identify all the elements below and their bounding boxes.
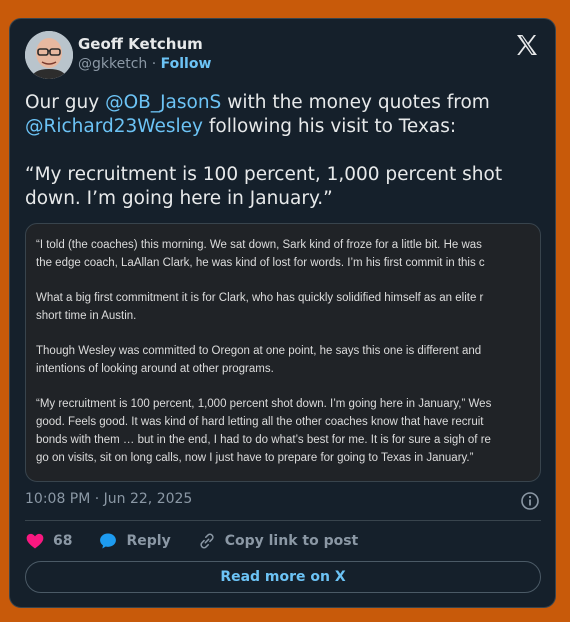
divider — [25, 520, 541, 521]
tweet-text-segment: following his visit to Texas: — [203, 116, 457, 137]
mention-link[interactable]: @OB_JasonS — [105, 92, 221, 113]
author-handle[interactable]: @gkketch — [78, 56, 147, 72]
copy-link-button[interactable]: Copy link to post — [197, 531, 359, 551]
separator: · — [147, 56, 161, 72]
article-paragraph: What a big first commitment it is for Cl… — [36, 289, 540, 325]
like-count: 68 — [53, 533, 73, 549]
like-button[interactable]: 68 — [25, 531, 72, 551]
article-text: “I told (the coaches) this morning. We s… — [36, 236, 540, 481]
reply-bubble-icon — [100, 533, 117, 549]
mention-link[interactable]: @Richard23Wesley — [25, 116, 203, 137]
info-icon[interactable] — [520, 491, 540, 511]
link-icon — [200, 533, 214, 549]
article-line: Though Wesley was committed to Oregon at… — [36, 345, 482, 357]
article-paragraph: “My recruitment is 100 percent, 1,000 pe… — [36, 395, 540, 467]
timestamp[interactable]: 10:08 PM · Jun 22, 2025 — [25, 491, 192, 507]
tweet-text-segment: Our guy — [25, 92, 106, 113]
x-logo-icon[interactable] — [515, 33, 539, 57]
author-name[interactable]: Geoff Ketchum — [78, 35, 203, 53]
avatar[interactable] — [25, 31, 73, 79]
copy-link-label: Copy link to post — [224, 533, 359, 549]
article-screenshot-image[interactable]: “I told (the coaches) this morning. We s… — [25, 223, 541, 482]
article-line: “I told (the coaches) this morning. We s… — [36, 239, 482, 251]
article-line: “My recruitment is 100 percent, 1,000 pe… — [36, 398, 492, 410]
article-line: bonds with them … but in the end, I had … — [36, 434, 491, 446]
heart-icon — [26, 533, 44, 549]
tweet-line: @Richard23Wesley following his visit to … — [25, 115, 550, 139]
action-bar: 68 Reply Copy link to post — [25, 531, 384, 551]
article-line: short time in Austin. — [36, 310, 137, 322]
tweet-line: Our guy @OB_JasonS with the money quotes… — [25, 91, 550, 115]
avatar-image — [25, 31, 73, 79]
article-line: good. Feels good. It was kind of hard le… — [36, 416, 484, 428]
article-line: the edge coach, LaAllan Clark, he was ki… — [36, 257, 485, 269]
article-line: go on visits, sit on long calls, now I j… — [36, 452, 474, 464]
tweet-card: Geoff Ketchum @gkketch · Follow Our guy … — [9, 18, 556, 608]
article-paragraph: Though Wesley was committed to Oregon at… — [36, 342, 540, 378]
author-meta: @gkketch · Follow — [78, 56, 211, 72]
tweet-line: “My recruitment is 100 percent, 1,000 pe… — [25, 164, 503, 185]
read-more-button[interactable]: Read more on X — [25, 561, 541, 593]
tweet-text-segment: with the money quotes from — [221, 92, 490, 113]
article-line: intentions of looking around at other pr… — [36, 363, 274, 375]
reply-button[interactable]: Reply — [98, 531, 171, 551]
article-line: What a big first commitment it is for Cl… — [36, 292, 484, 304]
tweet-line — [25, 139, 550, 163]
tweet-line: down. I’m going here in January.” — [25, 188, 333, 209]
follow-button[interactable]: Follow — [161, 56, 212, 72]
article-paragraph: “I told (the coaches) this morning. We s… — [36, 236, 540, 272]
reply-label: Reply — [126, 533, 171, 549]
tweet-text: Our guy @OB_JasonS with the money quotes… — [25, 91, 550, 211]
